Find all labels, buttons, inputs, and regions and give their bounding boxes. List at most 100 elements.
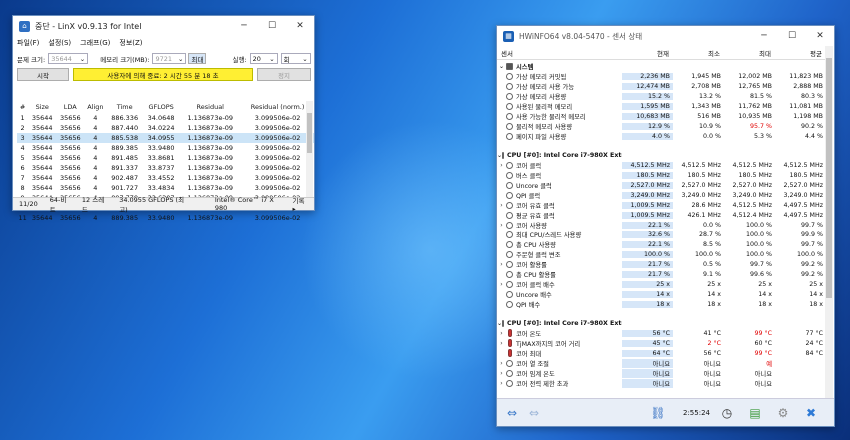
expand-chevron-icon[interactable]: › [497,162,506,169]
menu-item[interactable]: 그래프(G) [80,38,110,48]
sensor-row[interactable]: 가상 메모리 사용량 15.2 % 13.2 % 81.5 % 80.3 % [497,92,826,102]
sensor-row[interactable]: 코어 최대 64 °C 56 °C 99 °C 84 °C [497,348,826,358]
menu-item[interactable]: 파일(F) [17,38,39,48]
sensor-row[interactable]: › 코어 사용량 22.1 % 0.0 % 100.0 % 99.7 % [497,220,826,230]
sensor-row[interactable]: › 코어 유효 클럭 1,009.5 MHz 28.6 MHz 4,512.5 MHz 4… [497,200,826,210]
column-header[interactable]: Residual [179,101,241,113]
sensor-row[interactable]: › 코어 열 조절 아니요 아니요 예 [497,358,826,368]
column-header[interactable]: 센서 [497,48,622,58]
sensor-group[interactable]: ⌄CPU [#0]: Intel Core i7-980X Extreme Ed… [497,319,826,329]
table-row[interactable]: 1 35644 35656 4 886.336 34.0648 1.136873e-09 3.… [17,113,314,123]
column-header[interactable]: 현재 [622,48,673,58]
minimize-icon[interactable]: ─ [230,16,258,36]
sensor-row[interactable]: › 코어 전력 제한 초과 아니요 아니요 아니요 [497,378,826,388]
expand-chevron-icon[interactable]: › [497,370,506,377]
sensor-row[interactable]: QPI 배수 18 x 18 x 18 x 18 x [497,300,826,310]
table-row[interactable]: 8 35644 35656 4 901.727 33.4834 1.136873e-09 3.… [17,183,314,193]
expand-chevron-icon[interactable]: › [497,360,506,367]
memory-combo[interactable]: 9721 ⌄ [152,53,187,64]
settings-icon[interactable]: ⚙ [772,403,794,423]
sensor-row[interactable]: › 코어 클럭 4,512.5 MHz 4,512.5 MHz 4,512.5 MHz 4… [497,160,826,170]
close-icon[interactable]: ✕ [806,26,834,46]
menu-item[interactable]: 설정(S) [48,38,71,48]
column-header[interactable]: # [17,101,28,113]
stop-button[interactable]: 정지 [257,68,311,81]
collapse-chevron-icon[interactable]: ⌄ [497,63,506,70]
max-button[interactable]: 최대 [188,53,207,64]
column-header[interactable]: GFLOPS [143,101,179,113]
table-row[interactable]: 6 35644 35656 4 891.337 33.8737 1.136873e-09 3.… [17,163,314,173]
sensor-group[interactable]: ⌄CPU [#0]: Intel Core i7-980X Extreme Ed… [497,151,826,161]
maximize-icon[interactable]: ☐ [258,16,286,36]
sensor-row[interactable]: 가상 메모리 커밋됨 2,236 MB 1,945 MB 12,002 MB 11,82… [497,72,826,82]
expand-chevron-icon[interactable]: › [497,202,506,209]
sensor-row[interactable]: › 코어 활용률 21.7 % 0.5 % 99.7 % 99.2 % [497,260,826,270]
expand-chevron-icon[interactable]: › [497,380,506,387]
network-icon[interactable]: ⛓ [647,403,669,423]
sensor-row[interactable]: 버스 클럭 180.5 MHz 180.5 MHz 180.5 MHz 180.5 MH… [497,170,826,180]
sensor-row[interactable]: 사용 가능한 물리적 메모리 10,683 MB 516 MB 10,935 MB 1,… [497,112,826,122]
sensor-row[interactable]: QPI 클럭 3,249.0 MHz 3,249.0 MHz 3,249.0 MHz 3… [497,190,826,200]
expand-chevron-icon[interactable]: › [497,222,506,229]
hwinfo-titlebar[interactable]: ▦ HWiNFO64 v8.04-5470 - 센서 상태 ─ ☐ ✕ [497,26,834,46]
table-row[interactable]: 5 35644 35656 4 891.485 33.8681 1.136873e-09 3.… [17,153,314,163]
sensor-row[interactable]: Uncore 배수 14 x 14 x 14 x 14 x [497,290,826,300]
linx-titlebar[interactable]: ⌂ 중단 - LinX v0.9.13 for Intel ─ ☐ ✕ [13,16,314,36]
report-add-icon[interactable]: ▤ [744,403,766,423]
column-header[interactable]: Align [84,101,106,113]
sensor-row[interactable]: 주문형 클럭 변조 100.0 % 100.0 % 100.0 % 100.0 % [497,250,826,260]
runs-combo[interactable]: 20 ⌄ [249,53,278,64]
start-button[interactable]: 시작 [17,68,69,81]
table-row[interactable]: 4 35644 35656 4 889.385 33.9480 1.136873e-09 3.… [17,143,314,153]
table-row[interactable]: 3 35644 35656 4 885.538 34.0955 1.136873e-09 3.… [17,133,314,143]
expand-chevron-icon[interactable]: › [497,261,506,268]
chevron-down-icon: ⌄ [269,54,275,63]
nav-arrows-icon[interactable]: ⇔ [523,403,545,423]
sensor-label: 코어 최대 [516,350,542,358]
column-header[interactable]: 최소 [673,48,724,58]
column-header[interactable]: LDA [56,101,84,113]
nav-left-right-icon[interactable]: ⇔ [501,403,523,423]
close-icon[interactable]: ✕ [286,16,314,36]
close-x-icon[interactable]: ✖ [800,403,822,423]
sensor-scrollbar[interactable] [825,46,833,400]
column-header[interactable]: 최대 [724,48,775,58]
expand-chevron-icon[interactable]: › [497,281,506,288]
sensor-row[interactable]: 사용된 물리적 메모리 1,595 MB 1,343 MB 11,762 MB 11,0… [497,102,826,112]
sensor-row[interactable]: 최대 CPU/스레드 사용량 32.6 % 28.7 % 100.0 % 99.9 % [497,230,826,240]
column-header[interactable]: Time [106,101,142,113]
sensor-row[interactable]: 가상 메모리 사용 가능 12,474 MB 2,708 MB 12,765 MB 2,… [497,82,826,92]
value-cur: 아니요 [622,358,673,368]
column-header[interactable]: 평균 [775,48,826,58]
sensor-row[interactable]: 평균 유효 클럭 1,009.5 MHz 426.1 MHz 4,512.4 MHz 4… [497,210,826,220]
sensor-row[interactable]: 물리적 메모리 사용량 12.9 % 10.9 % 95.7 % 90.2 % [497,122,826,132]
sensor-row[interactable]: › TjMAX까지의 코어 거리 45 °C 2 °C 60 °C 24 °C [497,338,826,348]
table-cell: 35644 [31,144,53,152]
minimize-icon[interactable]: ─ [750,26,778,46]
sensor-row[interactable]: Uncore 클럭 2,527.0 MHz 2,527.0 MHz 2,527.0 M… [497,180,826,190]
results-scrollbar[interactable] [306,101,313,199]
sensor-row[interactable]: › 코어 클럭 배수 25 x 25 x 25 x 25 x [497,280,826,290]
sensor-row[interactable]: 총 CPU 활용률 21.7 % 9.1 % 99.6 % 99.2 % [497,270,826,280]
runs-unit-combo[interactable]: 회 ⌄ [280,53,311,64]
clock-icon[interactable]: ◷ [716,403,738,423]
column-header[interactable]: Size [28,101,56,113]
column-header[interactable]: Residual (norm.) [241,101,314,113]
hwinfo-window[interactable]: ▦ HWiNFO64 v8.04-5470 - 센서 상태 ─ ☐ ✕ 센서 현재… [496,25,835,427]
expand-chevron-icon[interactable]: › [497,340,506,347]
linx-window[interactable]: ⌂ 중단 - LinX v0.9.13 for Intel ─ ☐ ✕ 파일(F… [12,15,315,222]
sensor-row[interactable]: 페이지 파일 사용량 4.0 % 0.0 % 5.3 % 4.4 % [497,132,826,142]
table-row[interactable]: 2 35644 35656 4 887.440 34.0224 1.136873e-09 3.… [17,123,314,133]
table-row[interactable]: 7 35644 35656 4 902.487 33.4552 1.136873e-09 3.… [17,173,314,183]
maximize-icon[interactable]: ☐ [778,26,806,46]
menu-item[interactable]: 정보(Z) [119,38,142,48]
sensor-row[interactable]: › 코어 임계 온도 아니요 아니요 아니요 [497,368,826,378]
sensor-row[interactable]: › 코어 온도 56 °C 41 °C 99 °C 77 °C [497,328,826,338]
sensor-row[interactable]: 총 CPU 사용량 22.1 % 8.5 % 100.0 % 99.7 % [497,240,826,250]
sensor-group[interactable]: ⌄ 시스템 [497,62,826,72]
table-cell: 887.440 [111,124,139,132]
value-avg: 4,512.5 MHz [783,161,823,169]
expand-chevron-icon[interactable]: › [497,330,506,337]
table-row[interactable]: 11 35644 35656 4 889.385 33.9480 1.136873e-09 3… [17,213,314,223]
problem-size-combo[interactable]: 35644 ⌄ [48,53,89,64]
